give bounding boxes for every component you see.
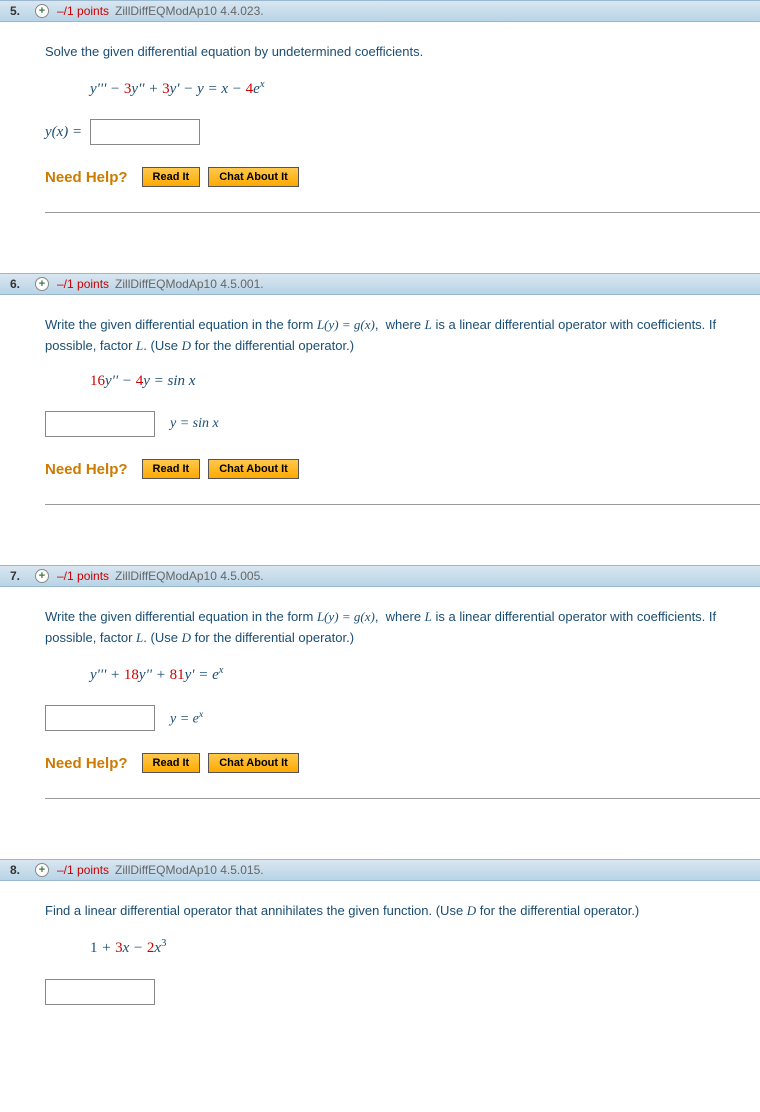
read-it-button[interactable]: Read It — [142, 753, 201, 773]
question-prompt: Write the given differential equation in… — [45, 315, 750, 357]
question-block: 8.+ –/1 points ZillDiffEQModAp10 4.5.015. F… — [0, 859, 760, 1051]
expand-icon[interactable]: + — [35, 569, 49, 583]
points-label: –/1 points — [57, 4, 109, 18]
question-number: 6. — [10, 277, 35, 291]
question-header: 8.+ –/1 points ZillDiffEQModAp10 4.5.015. — [0, 859, 760, 881]
question-number: 7. — [10, 569, 35, 583]
answer-input[interactable] — [45, 411, 155, 437]
question-block: 7.+ –/1 points ZillDiffEQModAp10 4.5.005. W… — [0, 565, 760, 799]
points-label: –/1 points — [57, 277, 109, 291]
help-row: Need Help? Read It Chat About It — [45, 459, 750, 479]
chat-about-it-button[interactable]: Chat About It — [208, 167, 299, 187]
help-row: Need Help? Read It Chat About It — [45, 753, 750, 773]
answer-suffix: y = ex — [170, 709, 203, 728]
expand-icon[interactable]: + — [35, 4, 49, 18]
need-help-label: Need Help? — [45, 755, 128, 772]
answer-input[interactable] — [45, 705, 155, 731]
equation: 16y'' − 4y = sin x — [90, 372, 750, 392]
expand-icon[interactable]: + — [35, 277, 49, 291]
question-block: 6.+ –/1 points ZillDiffEQModAp10 4.5.001. W… — [0, 273, 760, 505]
question-prompt: Find a linear differential operator that… — [45, 901, 750, 922]
question-block: 5.+ –/1 points ZillDiffEQModAp10 4.4.023. S… — [0, 0, 760, 213]
answer-row — [45, 979, 750, 1005]
question-reference: ZillDiffEQModAp10 4.4.023. — [115, 4, 264, 18]
question-header: 7.+ –/1 points ZillDiffEQModAp10 4.5.005. — [0, 565, 760, 587]
equation: y''' − 3y'' + 3y' − y = x − 4ex — [90, 78, 750, 100]
answer-input[interactable] — [45, 979, 155, 1005]
need-help-label: Need Help? — [45, 169, 128, 186]
question-body: Write the given differential equation in… — [45, 295, 760, 505]
question-body: Solve the given differential equation by… — [45, 22, 760, 213]
question-number: 5. — [10, 4, 35, 18]
equation: 1 + 3x − 2x3 — [90, 937, 750, 959]
question-prompt: Write the given differential equation in… — [45, 607, 750, 649]
read-it-button[interactable]: Read It — [142, 459, 201, 479]
question-number: 8. — [10, 863, 35, 877]
question-reference: ZillDiffEQModAp10 4.5.001. — [115, 277, 264, 291]
points-label: –/1 points — [57, 569, 109, 583]
question-body: Find a linear differential operator that… — [45, 881, 760, 1051]
read-it-button[interactable]: Read It — [142, 167, 201, 187]
answer-prefix: y(x) = — [45, 124, 82, 141]
answer-input[interactable] — [90, 119, 200, 145]
equation: y''' + 18y'' + 81y' = ex — [90, 664, 750, 686]
question-reference: ZillDiffEQModAp10 4.5.005. — [115, 569, 264, 583]
expand-icon[interactable]: + — [35, 863, 49, 877]
answer-suffix: y = sin x — [170, 416, 219, 432]
question-header: 6.+ –/1 points ZillDiffEQModAp10 4.5.001. — [0, 273, 760, 295]
answer-row: y = ex — [45, 705, 750, 731]
answer-row: y(x) = — [45, 119, 750, 145]
question-header: 5.+ –/1 points ZillDiffEQModAp10 4.4.023. — [0, 0, 760, 22]
chat-about-it-button[interactable]: Chat About It — [208, 459, 299, 479]
chat-about-it-button[interactable]: Chat About It — [208, 753, 299, 773]
answer-row: y = sin x — [45, 411, 750, 437]
need-help-label: Need Help? — [45, 461, 128, 478]
question-prompt: Solve the given differential equation by… — [45, 42, 750, 63]
help-row: Need Help? Read It Chat About It — [45, 167, 750, 187]
points-label: –/1 points — [57, 863, 109, 877]
question-body: Write the given differential equation in… — [45, 587, 760, 799]
question-reference: ZillDiffEQModAp10 4.5.015. — [115, 863, 264, 877]
